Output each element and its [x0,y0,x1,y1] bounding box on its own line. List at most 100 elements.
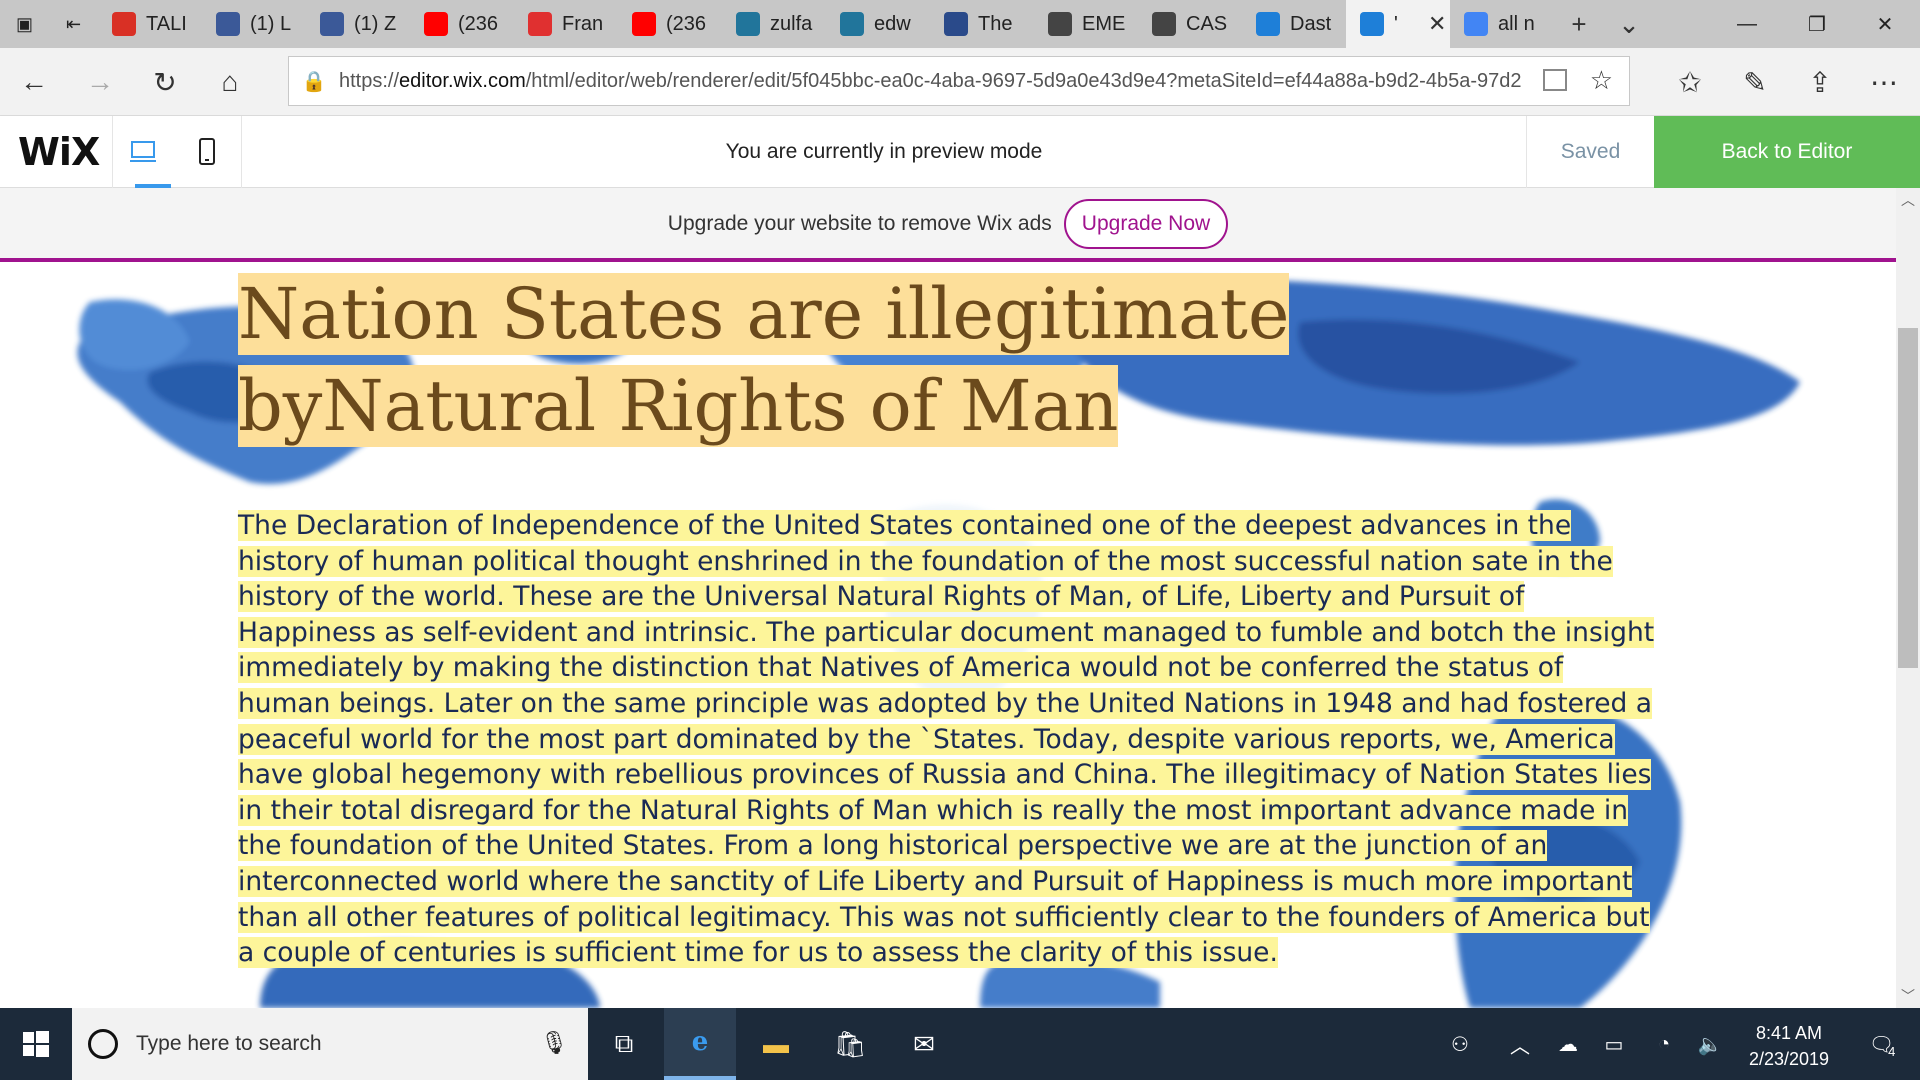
store-icon[interactable]: 🛍 [814,1008,886,1080]
mobile-icon [198,138,215,165]
browser-tab[interactable]: (236 [618,0,722,48]
wordpress-icon [840,12,864,36]
restore-button[interactable]: ❐ [1782,0,1852,48]
back-arrow-icon[interactable]: ← [14,62,54,102]
article-body-text: The Declaration of Independence of the U… [238,510,1655,969]
clock-time: 8:41 AM [1755,1023,1823,1043]
browser-tab-title: (1) L [250,12,292,35]
show-hidden-icons-chevron-icon[interactable]: ︿ [1502,1008,1538,1080]
upgrade-banner: Upgrade your website to remove Wix ads U… [0,188,1896,260]
upgrade-message: Upgrade your website to remove Wix ads [667,212,1052,235]
browser-tab-title: edw [874,12,911,35]
action-center-button[interactable]: 🗨 4 [1852,1008,1912,1080]
address-bar[interactable]: 🔒 https://editor.wix.com/html/editor/web… [288,56,1630,106]
page-icon [1048,12,1072,36]
share-icon[interactable]: ⇪ [1800,62,1840,102]
mobile-view-button[interactable] [172,116,242,188]
wifi-icon[interactable]: ◔ [1646,1008,1682,1080]
facebook-icon [216,12,240,36]
battery-icon[interactable]: ▭ [1596,1008,1632,1080]
task-view-icon[interactable]: ⧉ [588,1008,660,1080]
clock-date: 2/23/2019 [1748,1049,1830,1069]
page-scrollbar[interactable]: ︿ ﹀ [1896,188,1920,1008]
browser-tab-title: zulfa [770,12,813,35]
web-note-pen-icon[interactable]: ✎ [1735,62,1775,102]
youtube-icon [632,12,656,36]
url-prefix: https:// [339,69,400,92]
volume-icon[interactable]: 🔈 [1692,1008,1728,1080]
preview-mode-message: You are currently in preview mode [725,140,1043,163]
edge-browser-icon[interactable]: e [664,1008,736,1080]
new-tab-button[interactable]: + [1554,0,1604,48]
search-placeholder: Type here to search [136,1032,322,1055]
scroll-down-arrow-icon[interactable]: ﹀ [1896,986,1920,1006]
browser-tab[interactable]: (236 [410,0,514,48]
people-icon[interactable]: ⚇ [1440,1008,1480,1080]
minimize-button[interactable]: — [1712,0,1782,48]
browser-tab[interactable]: Fran [514,0,618,48]
tab-preview-chevron-icon[interactable]: ⌄ [1604,0,1654,48]
browser-tab-title: The [978,12,1013,35]
pn-icon [944,12,968,36]
browser-tab[interactable]: zulfa [722,0,826,48]
microphone-icon[interactable]: 🎙 [540,1030,568,1056]
wordpress-icon [736,12,760,36]
browser-tab[interactable]: TALI [98,0,202,48]
mail-icon[interactable]: ✉ [888,1008,960,1080]
url-host: editor.wix.com [399,69,526,92]
facebook-icon [320,12,344,36]
browser-tab[interactable]: all n [1450,0,1554,48]
scroll-up-arrow-icon[interactable]: ︿ [1896,190,1920,210]
home-icon[interactable]: ⌂ [210,62,250,102]
page-title: Nation States are illegitimate byNatural… [238,268,1658,452]
browser-tab[interactable]: (1) Z [306,0,410,48]
file-explorer-icon[interactable]: ▬ [740,1008,812,1080]
upgrade-now-button[interactable]: Upgrade Now [1063,199,1229,249]
set-aside-tabs-icon[interactable]: ⇤ [49,0,98,48]
favorite-star-icon[interactable]: ☆ [1590,65,1613,96]
more-menu-icon[interactable]: ⋯ [1864,62,1904,102]
browser-tab-title: (236 [458,12,499,35]
browser-tab-title: EME [1082,12,1126,35]
desktop-view-button[interactable] [112,116,172,188]
onedrive-cloud-icon[interactable]: ☁ [1550,1008,1586,1080]
close-tab-icon[interactable]: ✕ [1428,11,1446,37]
page-icon [1152,12,1176,36]
browser-tab[interactable]: Dast [1242,0,1346,48]
page-title-text: Nation States are illegitimate byNatural… [238,273,1290,447]
browser-tab-title: CAS [1186,12,1228,35]
browser-tab-title: TALI [146,12,187,35]
reading-view-icon[interactable] [1543,69,1567,91]
taskbar-clock[interactable]: 8:41 AM 2/23/2019 [1734,1020,1844,1072]
wix-preview-bar: WiX You are currently in preview mode Sa… [0,116,1920,188]
url-path: /html/editor/web/renderer/edit/5f045bbc-… [525,69,1522,92]
tab-strip: TALI (1) L (1) Z (236 Fran (236 zulfa edw The EME… [98,0,1554,48]
wix-logo[interactable]: WiX [18,130,100,174]
browser-tab-title: (1) Z [354,12,397,35]
youtube-icon [424,12,448,36]
site-page: Nation States are illegitimate byNatural… [0,262,1896,1008]
browser-tab[interactable]: EME [1034,0,1138,48]
back-to-editor-button[interactable]: Back to Editor [1654,116,1920,188]
windows-taskbar: Type here to search 🎙 ⧉ e ▬ 🛍 ✉ ⚇ ︿ ☁ ▭ … [0,1008,1920,1080]
forward-arrow-icon[interactable]: → [80,62,120,102]
notification-count: 4 [1888,1043,1896,1059]
browser-tab[interactable]: (1) L [202,0,306,48]
browser-tab[interactable]: CAS [1138,0,1242,48]
browser-tab[interactable]: edw [826,0,930,48]
google-icon [1464,12,1488,36]
browser-tab-title: all n [1498,12,1535,35]
start-button[interactable] [0,1008,72,1080]
refresh-icon[interactable]: ↻ [145,62,185,102]
scrollbar-thumb[interactable] [1898,328,1918,668]
news-icon [528,12,552,36]
favorites-hub-icon[interactable]: ✩ [1670,62,1710,102]
article-body: The Declaration of Independence of the U… [238,508,1658,971]
url-text[interactable]: https://editor.wix.com/html/editor/web/r… [339,70,1539,93]
browser-tab-title: (236 [666,12,707,35]
taskbar-search-box[interactable]: Type here to search 🎙 [72,1008,588,1080]
close-window-button[interactable]: ✕ [1850,0,1920,48]
browser-tab[interactable]: The [930,0,1034,48]
tab-actions-icon[interactable]: ▣ [0,0,49,48]
browser-tab[interactable]: ' ✕ [1346,0,1450,48]
